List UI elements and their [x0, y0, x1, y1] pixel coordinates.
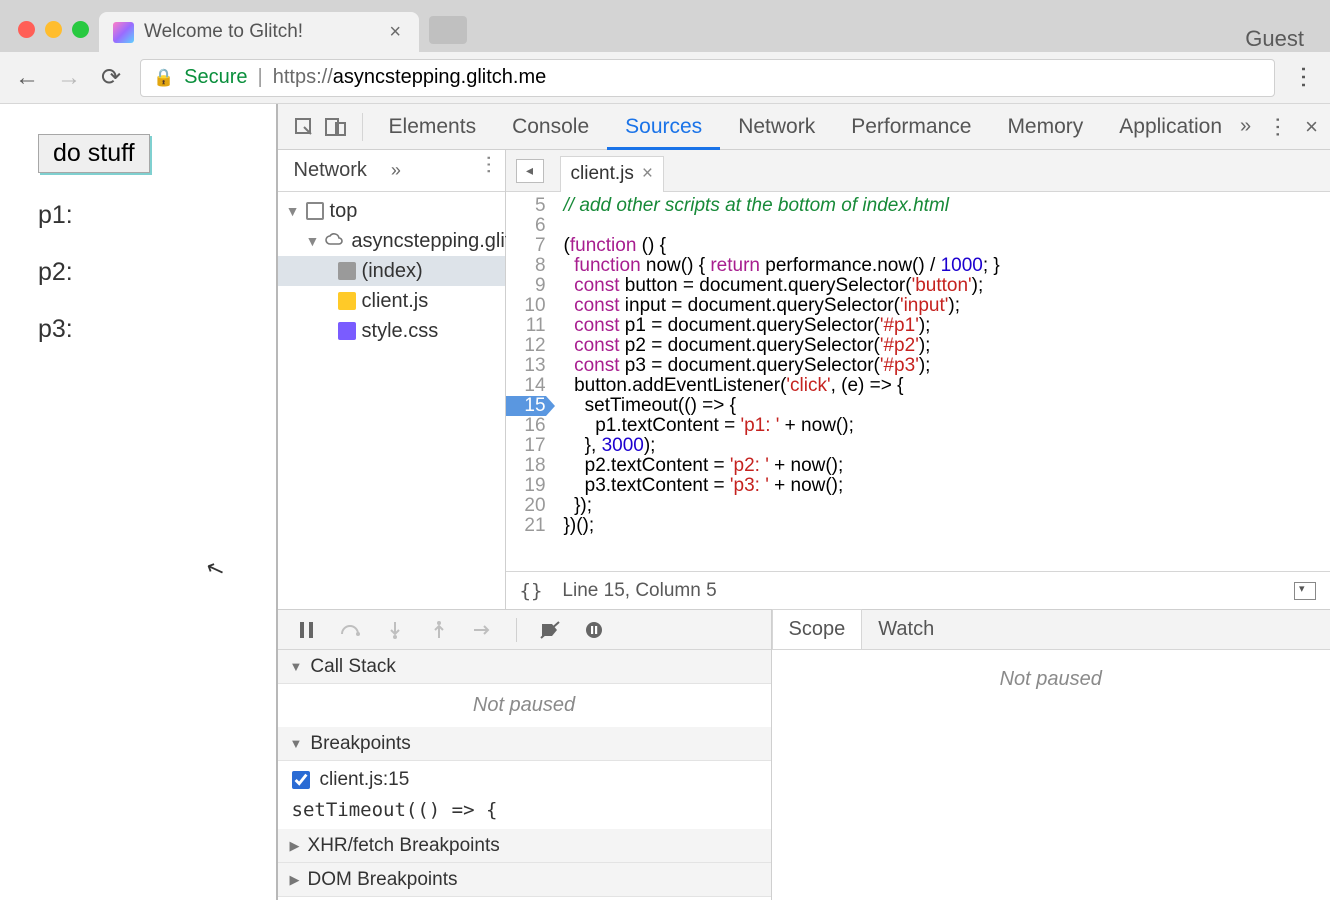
file-tab-client-js[interactable]: client.js × [560, 156, 664, 192]
debugger-toolbar [278, 610, 771, 650]
tab-application[interactable]: Application [1101, 104, 1240, 150]
cloud-icon [325, 230, 345, 253]
lock-icon: 🔒 [153, 68, 174, 88]
devtools: Elements Console Sources Network Perform… [278, 104, 1330, 900]
address-bar[interactable]: 🔒 Secure | https://asyncstepping.glitch.… [140, 59, 1275, 97]
minimize-window-icon[interactable] [45, 21, 62, 38]
breakpoint-row[interactable]: client.js:15 [278, 761, 771, 799]
dom-breakpoints-header[interactable]: ▶DOM Breakpoints [278, 863, 771, 897]
p2-label: p2: [38, 258, 276, 287]
file-tree: ▼ top ▼ asyncstepping.glitc (index) [278, 192, 505, 350]
pretty-print-icon[interactable]: {} [520, 580, 543, 602]
code-area[interactable]: // add other scripts at the bottom of in… [552, 192, 1330, 571]
sources-navigator: Network » ⋯ ▼ top ▼ asyncstepping.glitc [278, 150, 506, 609]
css-file-icon [338, 322, 356, 340]
tab-sources[interactable]: Sources [607, 104, 720, 150]
document-icon [338, 262, 356, 280]
step-into-icon[interactable] [384, 619, 406, 641]
close-tab-icon[interactable]: × [385, 21, 405, 44]
debugger-left-panel: ▼Call Stack Not paused ▼Breakpoints clie… [278, 610, 772, 900]
collapse-editor-icon[interactable] [1294, 582, 1316, 600]
source-editor: ◂ client.js × 56789101112131415161718192… [506, 150, 1330, 609]
p1-label: p1: [38, 201, 276, 230]
inspect-icon[interactable] [290, 113, 318, 141]
tree-domain[interactable]: ▼ asyncstepping.glitc [278, 226, 505, 256]
browser-tab[interactable]: Welcome to Glitch! × [99, 12, 419, 52]
line-gutter[interactable]: 56789101112131415161718192021 [506, 192, 552, 571]
cursor-icon: ↖ [202, 554, 228, 585]
more-tabs-icon[interactable]: » [1240, 115, 1251, 138]
tab-watch[interactable]: Watch [862, 610, 950, 649]
navigator-menu-icon[interactable]: ⋯ [476, 155, 501, 187]
breakpoint-location: client.js:15 [320, 769, 410, 791]
reload-button[interactable]: ⟳ [98, 63, 124, 92]
deactivate-breakpoints-icon[interactable] [539, 619, 561, 641]
step-icon[interactable] [472, 619, 494, 641]
tab-elements[interactable]: Elements [371, 104, 495, 150]
page-content: do stuff p1: p2: p3: ↖ [0, 104, 278, 900]
navigator-more-icon[interactable]: » [385, 160, 407, 181]
breakpoints-header[interactable]: ▼Breakpoints [278, 727, 771, 761]
window-icon [306, 202, 324, 220]
navigator-tab-network[interactable]: Network [294, 159, 367, 182]
tree-file-client-js[interactable]: client.js [278, 286, 505, 316]
step-over-icon[interactable] [340, 619, 362, 641]
breakpoint-code: setTimeout(() => { [278, 799, 771, 829]
xhr-breakpoints-header[interactable]: ▶XHR/fetch Breakpoints [278, 829, 771, 863]
url-text: https://asyncstepping.glitch.me [273, 66, 546, 89]
close-file-icon[interactable]: × [642, 163, 653, 185]
cursor-position: Line 15, Column 5 [562, 580, 716, 602]
p3-label: p3: [38, 315, 276, 344]
tab-performance[interactable]: Performance [833, 104, 989, 150]
step-out-icon[interactable] [428, 619, 450, 641]
callstack-empty: Not paused [278, 684, 771, 727]
devtools-tabs: Elements Console Sources Network Perform… [278, 104, 1330, 150]
debugger-right-panel: Scope Watch Not paused [772, 610, 1330, 900]
secure-label: Secure [184, 66, 247, 89]
js-file-icon [338, 292, 356, 310]
device-mode-icon[interactable] [322, 113, 350, 141]
tree-file-style-css[interactable]: style.css [278, 316, 505, 346]
tree-top[interactable]: ▼ top [278, 196, 505, 226]
tab-title: Welcome to Glitch! [144, 21, 375, 43]
tab-console[interactable]: Console [494, 104, 607, 150]
back-button[interactable]: ← [14, 64, 40, 92]
profile-label[interactable]: Guest [1245, 16, 1330, 52]
show-navigator-icon[interactable]: ◂ [516, 159, 544, 183]
pause-icon[interactable] [296, 619, 318, 641]
maximize-window-icon[interactable] [72, 21, 89, 38]
tab-memory[interactable]: Memory [989, 104, 1101, 150]
callstack-header[interactable]: ▼Call Stack [278, 650, 771, 684]
browser-toolbar: ← → ⟳ 🔒 Secure | https://asyncstepping.g… [0, 52, 1330, 104]
editor-status-bar: {} Line 15, Column 5 [506, 571, 1330, 609]
tab-scope[interactable]: Scope [772, 609, 863, 649]
close-devtools-icon[interactable]: × [1305, 114, 1318, 140]
browser-tab-strip: Welcome to Glitch! × Guest [0, 0, 1330, 52]
favicon-icon [113, 22, 134, 43]
new-tab-button[interactable] [429, 16, 467, 44]
browser-menu-icon[interactable]: ⋯ [1289, 65, 1318, 90]
do-stuff-button[interactable]: do stuff [38, 134, 150, 173]
window-controls [12, 21, 99, 52]
close-window-icon[interactable] [18, 21, 35, 38]
tab-network[interactable]: Network [720, 104, 833, 150]
forward-button[interactable]: → [56, 64, 82, 92]
breakpoint-checkbox[interactable] [292, 771, 310, 789]
devtools-menu-icon[interactable]: ⋯ [1265, 116, 1291, 138]
pause-on-exceptions-icon[interactable] [583, 619, 605, 641]
scope-empty: Not paused [772, 650, 1330, 701]
tree-file-index[interactable]: (index) [278, 256, 505, 286]
